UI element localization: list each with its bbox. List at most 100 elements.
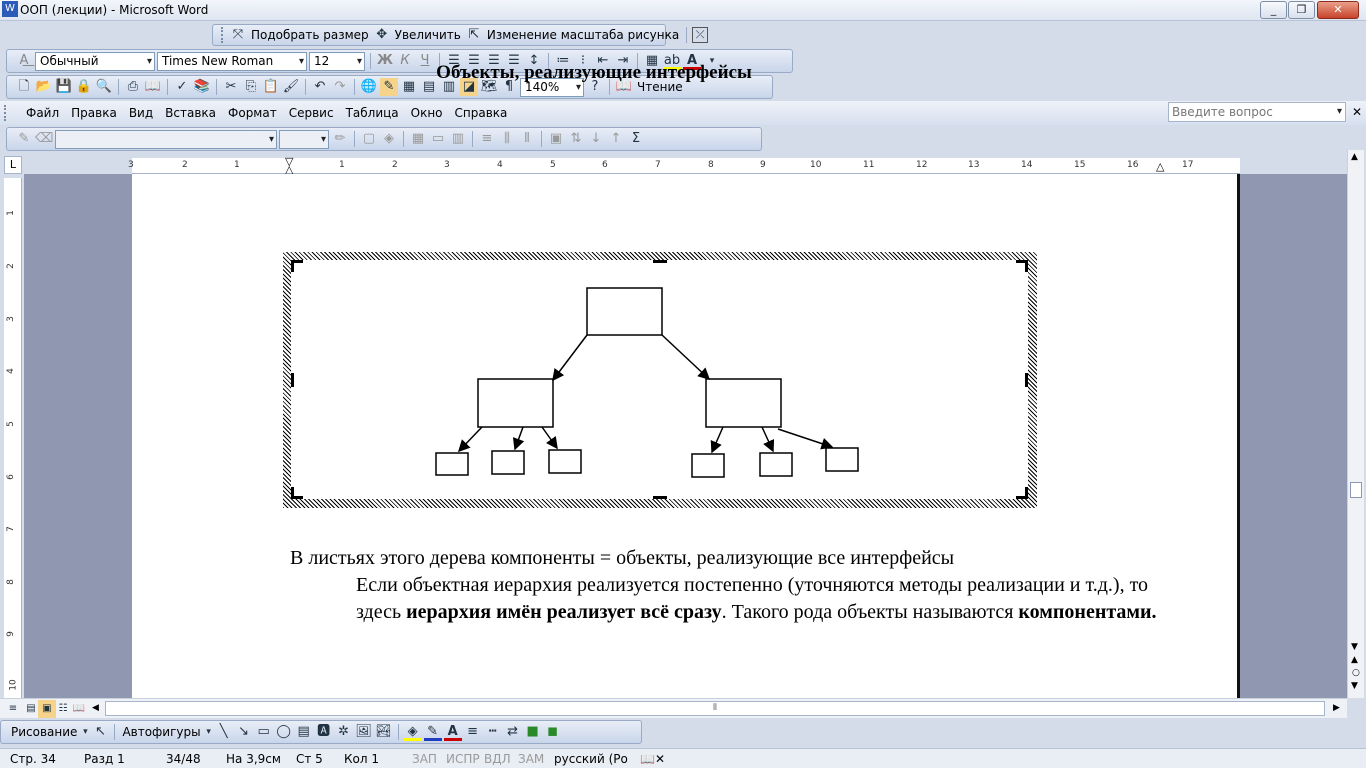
clipart-icon[interactable]: 🖼 [355, 723, 373, 741]
resize-handle[interactable] [291, 487, 303, 499]
scroll-thumb[interactable] [1350, 482, 1362, 498]
shadow-icon[interactable]: ■ [524, 723, 542, 741]
distribute-columns-icon[interactable]: ⫴ [518, 130, 536, 148]
resize-handle[interactable] [653, 260, 667, 272]
status-record[interactable]: ЗАП [412, 752, 437, 766]
status-page: Стр. 34 [10, 752, 56, 766]
resize-handle[interactable] [1016, 260, 1028, 272]
horizontal-ruler[interactable]: 3 2 1 ▽ △ 1 2 3 4 5 6 7 8 9 10 11 12 13 1… [128, 156, 1240, 175]
spelling-status-icon[interactable]: 📖✕ [640, 752, 665, 766]
diagram-icon[interactable]: ✲ [335, 723, 353, 741]
scale-picture-button[interactable]: Изменение масштаба рисунка [485, 26, 681, 44]
autoformat-icon[interactable]: ▣ [547, 130, 565, 148]
selected-picture-frame[interactable] [283, 252, 1037, 508]
next-page-icon[interactable]: ▼ [1351, 681, 1358, 691]
picture-canvas[interactable] [291, 260, 1028, 499]
close-preview-icon[interactable]: ⤫ [692, 27, 709, 43]
right-indent-marker[interactable]: △ [1156, 160, 1164, 173]
status-section: Разд 1 [84, 752, 125, 766]
previous-page-icon[interactable]: ▲ [1351, 655, 1358, 665]
status-line: Ст 5 [296, 752, 323, 766]
sort-descending-icon[interactable]: ↑ [607, 130, 625, 148]
resize-handle[interactable] [1016, 487, 1028, 499]
browse-object-icon[interactable]: ○ [1352, 668, 1360, 678]
shading-icon[interactable]: ◈ [380, 130, 398, 148]
rectangle-icon[interactable]: ▭ [255, 723, 273, 741]
drawing-font-color-icon[interactable]: A [443, 723, 462, 741]
autoshapes-button[interactable]: Автофигуры [120, 723, 202, 741]
menu-tools[interactable]: Сервис [283, 106, 340, 120]
toolbar-grip[interactable] [221, 27, 225, 43]
sort-ascending-icon[interactable]: ↓ [587, 130, 605, 148]
resize-handle[interactable] [291, 260, 303, 272]
picture-icon[interactable]: 🏞 [375, 723, 393, 741]
vertical-ruler[interactable]: 1 2 3 4 5 6 7 8 9 10 [4, 178, 22, 698]
menu-format[interactable]: Формат [222, 106, 283, 120]
leaf-node [435, 452, 469, 476]
distribute-rows-icon[interactable]: ⫼ [498, 130, 516, 148]
align-cell-icon[interactable]: ≡ [478, 130, 496, 148]
outside-border-icon[interactable]: ▢ [360, 130, 378, 148]
draw-table-icon[interactable]: ✎ [15, 130, 33, 148]
status-overtype[interactable]: ЗАМ [518, 752, 544, 766]
menu-view[interactable]: Вид [123, 106, 159, 120]
split-cells-icon[interactable]: ▥ [449, 130, 467, 148]
line-icon[interactable]: ╲ [215, 723, 233, 741]
menu-window[interactable]: Окно [405, 106, 449, 120]
scroll-right-icon[interactable]: ▶ [1333, 703, 1340, 713]
status-extend[interactable]: ВДЛ [484, 752, 511, 766]
menu-insert[interactable]: Вставка [159, 106, 222, 120]
menu-help[interactable]: Справка [449, 106, 514, 120]
line-style-select[interactable] [55, 129, 277, 149]
scroll-up-icon[interactable]: ▲ [1351, 152, 1358, 162]
drawing-menu-button[interactable]: Рисование [9, 723, 79, 741]
scroll-thumb[interactable]: ⦀ [105, 701, 1325, 716]
zoom-in-button[interactable]: Увеличить [393, 26, 463, 44]
question-input[interactable]: Введите вопрос [1168, 102, 1346, 122]
ruler-number: 5 [5, 421, 16, 427]
text-direction-icon[interactable]: ⇅ [567, 130, 585, 148]
line-color-icon[interactable]: ✎ [423, 723, 442, 741]
menu-table[interactable]: Таблица [340, 106, 405, 120]
toolbar-grip[interactable] [4, 105, 18, 121]
scroll-left-icon[interactable]: ◀ [92, 703, 99, 713]
restore-button[interactable]: ❐ [1288, 1, 1315, 19]
eraser-icon[interactable]: ⌫ [35, 130, 53, 148]
resize-handle[interactable] [653, 487, 667, 499]
border-color-icon[interactable]: ✏ [331, 130, 349, 148]
vertical-scrollbar[interactable]: ▲ ▼ ▲ ○ ▼ [1347, 150, 1364, 698]
arrow-icon[interactable]: ↘ [235, 723, 253, 741]
menu-file[interactable]: Файл [20, 106, 65, 120]
word-app-icon[interactable]: W [2, 1, 18, 17]
dash-style-icon[interactable]: ┅ [484, 723, 502, 741]
close-window-button[interactable]: ✕ [1317, 1, 1359, 19]
fill-color-icon[interactable]: ◈ [403, 723, 422, 741]
resize-handle[interactable] [1016, 373, 1028, 387]
status-language[interactable]: русский (Ро [554, 752, 628, 766]
normal-view-icon[interactable]: ≡ [4, 700, 22, 718]
arrow-style-icon[interactable]: ⇄ [504, 723, 522, 741]
menu-edit[interactable]: Правка [65, 106, 123, 120]
line-style-icon[interactable]: ≡ [464, 723, 482, 741]
close-document-button[interactable]: ✕ [1352, 105, 1362, 119]
fit-button[interactable]: Подобрать размер [249, 26, 371, 44]
fit-icon: ⤧ [232, 27, 244, 42]
tab-selector[interactable]: L [4, 156, 22, 174]
scroll-down-icon[interactable]: ▼ [1351, 642, 1358, 652]
indent-marker[interactable]: ▽ △ [285, 156, 295, 175]
minimize-button[interactable]: _ [1260, 1, 1287, 19]
wordart-icon[interactable]: 🅰 [315, 723, 333, 741]
merge-cells-icon[interactable]: ▭ [429, 130, 447, 148]
horizontal-scrollbar[interactable]: ≡ ▤ ▣ ☷ 📖 ◀ ⦀ ▶ [0, 698, 1347, 718]
reading-view-icon[interactable]: 📖 [70, 700, 88, 718]
select-objects-icon[interactable]: ↖ [91, 723, 109, 741]
textbox-icon[interactable]: ▤ [295, 723, 313, 741]
line-weight-select[interactable] [279, 129, 329, 149]
oval-icon[interactable]: ◯ [275, 723, 293, 741]
insert-table-icon[interactable]: ▦ [409, 130, 427, 148]
status-track-changes[interactable]: ИСПР [446, 752, 480, 766]
status-bar: Стр. 34 Разд 1 34/48 На 3,9см Ст 5 Кол 1… [0, 748, 1366, 768]
resize-handle[interactable] [291, 373, 303, 387]
3d-icon[interactable]: ◼ [544, 723, 562, 741]
autosum-icon[interactable]: Σ [627, 130, 645, 148]
